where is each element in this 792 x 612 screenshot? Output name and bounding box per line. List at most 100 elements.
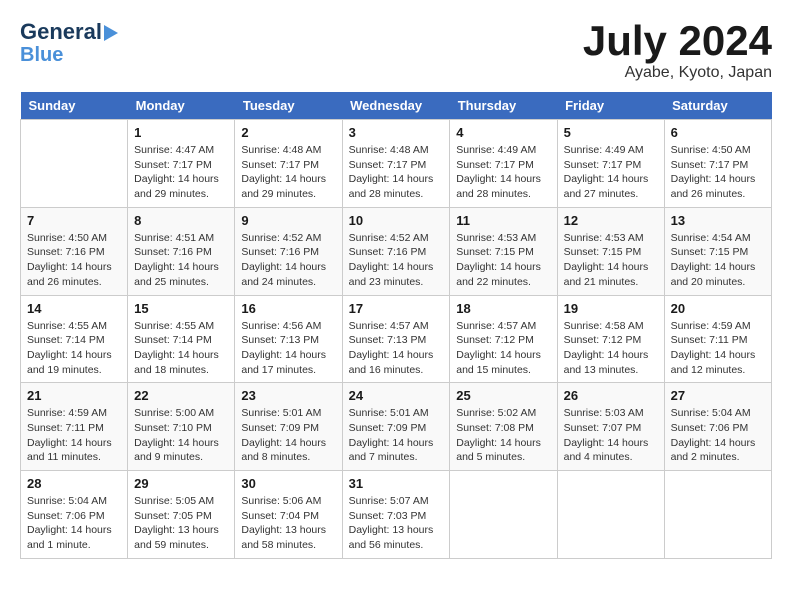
day-number: 1 [134, 125, 228, 140]
calendar-cell: 15Sunrise: 4:55 AMSunset: 7:14 PMDayligh… [128, 295, 235, 383]
day-info: Sunrise: 4:48 AMSunset: 7:17 PMDaylight:… [241, 143, 335, 202]
calendar-cell: 6 Sunrise: 4:50 AMSunset: 7:17 PMDaylight… [664, 120, 771, 208]
day-number: 13 [671, 213, 765, 228]
weekday-header-friday: Friday [557, 92, 664, 120]
calendar-cell: 5 Sunrise: 4:49 AMSunset: 7:17 PMDaylight… [557, 120, 664, 208]
calendar-table: SundayMondayTuesdayWednesdayThursdayFrid… [20, 92, 772, 559]
day-info: Sunrise: 4:50 AMSunset: 7:17 PMDaylight:… [671, 143, 765, 202]
day-number: 27 [671, 388, 765, 403]
calendar-cell: 1 Sunrise: 4:47 AMSunset: 7:17 PMDaylight… [128, 120, 235, 208]
calendar-week-2: 7 Sunrise: 4:50 AMSunset: 7:16 PMDaylight… [21, 207, 772, 295]
calendar-cell [450, 471, 557, 559]
day-number: 17 [349, 301, 444, 316]
day-info: Sunrise: 5:06 AMSunset: 7:04 PMDaylight:… [241, 494, 335, 553]
day-number: 26 [564, 388, 658, 403]
day-number: 7 [27, 213, 121, 228]
calendar-cell: 19 Sunrise: 4:58 AMSunset: 7:12 PMDayligh… [557, 295, 664, 383]
day-number: 24 [349, 388, 444, 403]
day-info: Sunrise: 4:53 AMSunset: 7:15 PMDaylight:… [456, 231, 550, 290]
day-number: 29 [134, 476, 228, 491]
month-title: July 2024 [583, 20, 772, 62]
calendar-cell [557, 471, 664, 559]
day-info: Sunrise: 5:01 AMSunset: 7:09 PMDaylight:… [349, 406, 444, 465]
day-info: Sunrise: 4:56 AMSunset: 7:13 PMDaylight:… [241, 319, 335, 378]
day-info: Sunrise: 4:52 AMSunset: 7:16 PMDaylight:… [241, 231, 335, 290]
day-info: Sunrise: 4:59 AMSunset: 7:11 PMDaylight:… [671, 319, 765, 378]
calendar-body: 1 Sunrise: 4:47 AMSunset: 7:17 PMDaylight… [21, 120, 772, 559]
day-number: 21 [27, 388, 121, 403]
day-info: Sunrise: 4:59 AMSunset: 7:11 PMDaylight:… [27, 406, 121, 465]
calendar-cell: 12 Sunrise: 4:53 AMSunset: 7:15 PMDayligh… [557, 207, 664, 295]
calendar-cell: 24 Sunrise: 5:01 AMSunset: 7:09 PMDayligh… [342, 383, 450, 471]
day-info: Sunrise: 4:57 AMSunset: 7:12 PMDaylight:… [456, 319, 550, 378]
day-number: 20 [671, 301, 765, 316]
day-number: 4 [456, 125, 550, 140]
day-number: 12 [564, 213, 658, 228]
day-number: 25 [456, 388, 550, 403]
day-info: Sunrise: 4:49 AMSunset: 7:17 PMDaylight:… [456, 143, 550, 202]
day-number: 2 [241, 125, 335, 140]
calendar-week-3: 14Sunrise: 4:55 AMSunset: 7:14 PMDayligh… [21, 295, 772, 383]
day-info: Sunrise: 5:04 AMSunset: 7:06 PMDaylight:… [671, 406, 765, 465]
day-info: Sunrise: 5:07 AMSunset: 7:03 PMDaylight:… [349, 494, 444, 553]
day-info: Sunrise: 5:01 AMSunset: 7:09 PMDaylight:… [241, 406, 335, 465]
day-number: 16 [241, 301, 335, 316]
calendar-cell: 18 Sunrise: 4:57 AMSunset: 7:12 PMDayligh… [450, 295, 557, 383]
day-info: Sunrise: 5:00 AMSunset: 7:10 PMDaylight:… [134, 406, 228, 465]
day-number: 18 [456, 301, 550, 316]
day-number: 11 [456, 213, 550, 228]
calendar-cell: 16 Sunrise: 4:56 AMSunset: 7:13 PMDayligh… [235, 295, 342, 383]
calendar-cell: 17 Sunrise: 4:57 AMSunset: 7:13 PMDayligh… [342, 295, 450, 383]
day-number: 31 [349, 476, 444, 491]
calendar-week-1: 1 Sunrise: 4:47 AMSunset: 7:17 PMDaylight… [21, 120, 772, 208]
weekday-header-thursday: Thursday [450, 92, 557, 120]
calendar-week-5: 28 Sunrise: 5:04 AMSunset: 7:06 PMDayligh… [21, 471, 772, 559]
page-header: General Blue July 2024 Ayabe, Kyoto, Jap… [20, 20, 772, 82]
day-info: Sunrise: 4:51 AMSunset: 7:16 PMDaylight:… [134, 231, 228, 290]
day-info: Sunrise: 4:54 AMSunset: 7:15 PMDaylight:… [671, 231, 765, 290]
calendar-cell: 7 Sunrise: 4:50 AMSunset: 7:16 PMDaylight… [21, 207, 128, 295]
calendar-cell: 4 Sunrise: 4:49 AMSunset: 7:17 PMDaylight… [450, 120, 557, 208]
weekday-header-saturday: Saturday [664, 92, 771, 120]
logo-blue: Blue [20, 44, 63, 66]
calendar-cell: 30 Sunrise: 5:06 AMSunset: 7:04 PMDayligh… [235, 471, 342, 559]
day-number: 30 [241, 476, 335, 491]
day-info: Sunrise: 4:47 AMSunset: 7:17 PMDaylight:… [134, 143, 228, 202]
day-info: Sunrise: 4:53 AMSunset: 7:15 PMDaylight:… [564, 231, 658, 290]
calendar-cell: 22Sunrise: 5:00 AMSunset: 7:10 PMDayligh… [128, 383, 235, 471]
calendar-cell: 31 Sunrise: 5:07 AMSunset: 7:03 PMDayligh… [342, 471, 450, 559]
calendar-cell: 25Sunrise: 5:02 AMSunset: 7:08 PMDayligh… [450, 383, 557, 471]
day-number: 10 [349, 213, 444, 228]
calendar-cell: 28 Sunrise: 5:04 AMSunset: 7:06 PMDayligh… [21, 471, 128, 559]
day-number: 3 [349, 125, 444, 140]
day-number: 23 [241, 388, 335, 403]
calendar-cell: 26 Sunrise: 5:03 AMSunset: 7:07 PMDayligh… [557, 383, 664, 471]
calendar-week-4: 21 Sunrise: 4:59 AMSunset: 7:11 PMDayligh… [21, 383, 772, 471]
calendar-cell [664, 471, 771, 559]
calendar-cell: 23 Sunrise: 5:01 AMSunset: 7:09 PMDayligh… [235, 383, 342, 471]
day-number: 5 [564, 125, 658, 140]
day-info: Sunrise: 5:04 AMSunset: 7:06 PMDaylight:… [27, 494, 121, 553]
day-info: Sunrise: 4:49 AMSunset: 7:17 PMDaylight:… [564, 143, 658, 202]
day-number: 28 [27, 476, 121, 491]
day-info: Sunrise: 4:50 AMSunset: 7:16 PMDaylight:… [27, 231, 121, 290]
day-info: Sunrise: 4:52 AMSunset: 7:16 PMDaylight:… [349, 231, 444, 290]
logo-arrow-icon [104, 25, 118, 41]
day-info: Sunrise: 4:58 AMSunset: 7:12 PMDaylight:… [564, 319, 658, 378]
day-number: 19 [564, 301, 658, 316]
day-info: Sunrise: 5:05 AMSunset: 7:05 PMDaylight:… [134, 494, 228, 553]
calendar-cell: 2 Sunrise: 4:48 AMSunset: 7:17 PMDaylight… [235, 120, 342, 208]
location: Ayabe, Kyoto, Japan [583, 64, 772, 82]
weekday-header-sunday: Sunday [21, 92, 128, 120]
calendar-cell: 27 Sunrise: 5:04 AMSunset: 7:06 PMDayligh… [664, 383, 771, 471]
calendar-cell: 8Sunrise: 4:51 AMSunset: 7:16 PMDaylight… [128, 207, 235, 295]
day-number: 6 [671, 125, 765, 140]
calendar-cell: 11 Sunrise: 4:53 AMSunset: 7:15 PMDayligh… [450, 207, 557, 295]
calendar-cell: 9 Sunrise: 4:52 AMSunset: 7:16 PMDaylight… [235, 207, 342, 295]
day-info: Sunrise: 4:57 AMSunset: 7:13 PMDaylight:… [349, 319, 444, 378]
day-number: 9 [241, 213, 335, 228]
day-info: Sunrise: 5:03 AMSunset: 7:07 PMDaylight:… [564, 406, 658, 465]
day-info: Sunrise: 4:55 AMSunset: 7:14 PMDaylight:… [27, 319, 121, 378]
calendar-cell: 14Sunrise: 4:55 AMSunset: 7:14 PMDayligh… [21, 295, 128, 383]
calendar-cell: 13 Sunrise: 4:54 AMSunset: 7:15 PMDayligh… [664, 207, 771, 295]
